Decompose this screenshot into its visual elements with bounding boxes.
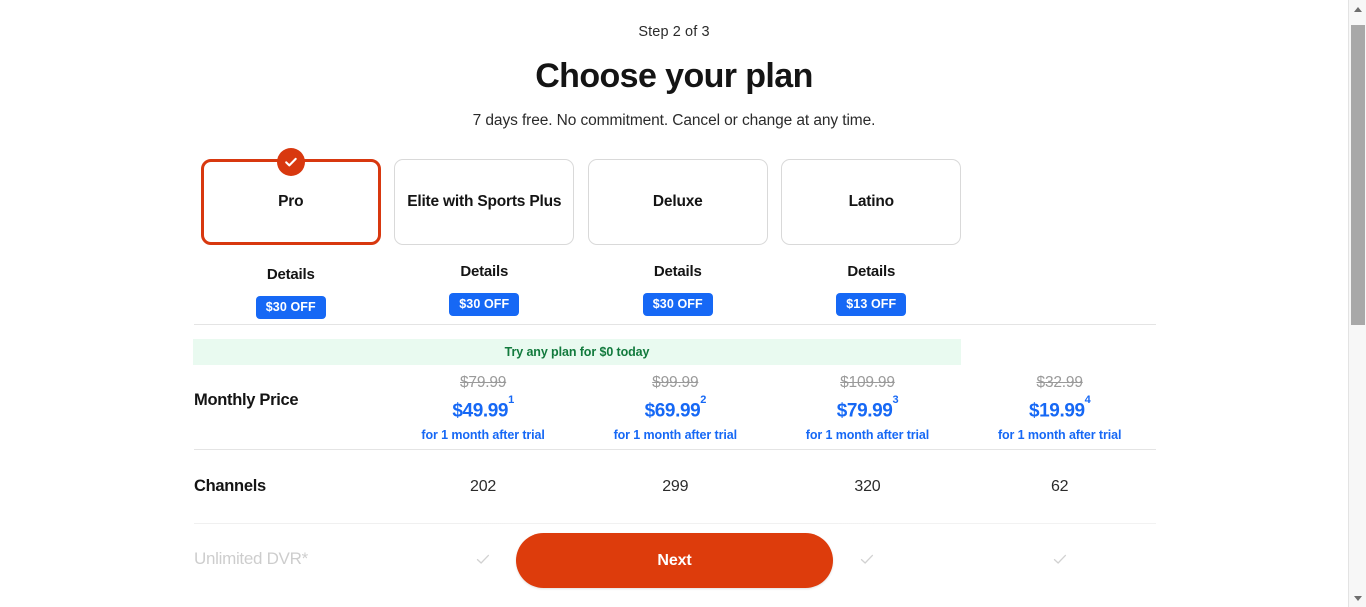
plan-column-elite-with-sports-plus: Elite with Sports Plus Details $30 OFF <box>388 159 582 319</box>
channels-cell-latino: 62 <box>964 450 1156 523</box>
price-footnote-marker: 3 <box>892 393 899 406</box>
details-link-elite-with-sports-plus[interactable]: Details <box>460 263 508 280</box>
triangle-down-icon[interactable] <box>1349 589 1366 607</box>
price-value: $79.99 <box>836 400 893 422</box>
details-link-deluxe[interactable]: Details <box>654 263 702 280</box>
channels-cell-elite-with-sports-plus: 299 <box>579 450 771 523</box>
check-circle-icon <box>276 148 305 176</box>
price-note: for 1 month after trial <box>997 428 1122 443</box>
discount-badge-pro: $30 OFF <box>255 296 326 319</box>
price-cell-latino: $32.99 $19.994 for 1 month after trial <box>964 351 1156 449</box>
plan-name-label: Elite with Sports Plus <box>407 193 562 210</box>
plan-column-pro: Pro Details $30 OFF <box>194 148 388 319</box>
check-icon <box>1052 551 1068 567</box>
page-title: Choose your plan <box>535 57 813 95</box>
discount-badge-deluxe: $30 OFF <box>642 293 713 316</box>
plan-column-latino: Latino Details $13 OFF <box>775 159 969 319</box>
plan-column-deluxe: Deluxe Details $30 OFF <box>581 159 775 319</box>
price-value: $49.99 <box>452 400 509 422</box>
table-row-channels: Channels 202 299 320 62 <box>194 450 1156 523</box>
check-icon <box>475 551 491 567</box>
dvr-cell-latino <box>964 524 1156 594</box>
details-link-latino[interactable]: Details <box>847 263 895 280</box>
price-discounted: $69.992 <box>644 393 707 423</box>
scrollbar-thumb[interactable] <box>1351 25 1365 325</box>
price-note: for 1 month after trial <box>613 428 738 443</box>
price-note: for 1 month after trial <box>805 428 930 443</box>
row-label-monthly-price: Monthly Price <box>194 390 299 409</box>
price-note: for 1 month after trial <box>421 428 545 443</box>
next-button[interactable]: Next <box>516 533 833 588</box>
plan-name-label: Pro <box>278 193 304 210</box>
channel-count: 202 <box>470 477 497 495</box>
page-viewport: Step 2 of 3 Choose your plan 7 days free… <box>0 0 1348 607</box>
triangle-up-icon[interactable] <box>1349 0 1366 18</box>
price-original: $99.99 <box>652 374 699 391</box>
price-footnote-marker: 2 <box>700 393 706 406</box>
price-original: $32.99 <box>1036 374 1083 391</box>
price-original: $109.99 <box>840 374 895 391</box>
price-cell-elite-with-sports-plus: $99.99 $69.992 for 1 month after trial <box>579 351 771 449</box>
plan-card-deluxe[interactable]: Deluxe <box>587 159 768 245</box>
check-icon <box>859 551 875 567</box>
page-subtitle: 7 days free. No commitment. Cancel or ch… <box>472 112 876 129</box>
plan-name-label: Latino <box>848 193 894 210</box>
plan-name-label: Deluxe <box>652 193 703 210</box>
channel-count: 299 <box>662 477 689 495</box>
table-row-monthly-price: Monthly Price $79.99 $49.991 for 1 month… <box>194 325 1156 449</box>
price-cell-deluxe: $109.99 $79.993 for 1 month after trial <box>771 351 963 449</box>
discount-badge-elite-with-sports-plus: $30 OFF <box>449 293 520 316</box>
row-label-channels: Channels <box>194 477 266 495</box>
channel-count: 320 <box>854 477 881 495</box>
plan-card-row: Pro Details $30 OFF Elite with Sports Pl… <box>194 148 1156 319</box>
price-original: $79.99 <box>459 374 507 391</box>
price-footnote-marker: 4 <box>1084 393 1091 406</box>
page-header: Step 2 of 3 Choose your plan 7 days free… <box>0 0 1348 132</box>
plan-card-elite-with-sports-plus[interactable]: Elite with Sports Plus <box>394 159 575 245</box>
discount-badge-latino: $13 OFF <box>836 293 907 316</box>
row-label-unlimited-dvr: Unlimited DVR* <box>194 549 308 568</box>
price-footnote-marker: 1 <box>508 393 514 406</box>
plan-card-pro[interactable]: Pro <box>200 148 381 245</box>
page-scrollbar[interactable] <box>1348 0 1366 607</box>
plan-card-latino[interactable]: Latino <box>781 159 962 245</box>
price-discounted: $19.994 <box>1028 393 1091 423</box>
price-value: $19.99 <box>1028 400 1085 422</box>
price-discounted: $49.991 <box>452 393 514 423</box>
step-indicator: Step 2 of 3 <box>638 24 710 40</box>
price-value: $69.99 <box>644 400 701 422</box>
channels-cell-deluxe: 320 <box>771 450 963 523</box>
channels-cell-pro: 202 <box>387 450 579 523</box>
price-cell-pro: $79.99 $49.991 for 1 month after trial <box>387 351 579 449</box>
price-discounted: $79.993 <box>836 393 899 423</box>
details-link-pro[interactable]: Details <box>267 266 315 283</box>
channel-count: 62 <box>1050 477 1069 495</box>
